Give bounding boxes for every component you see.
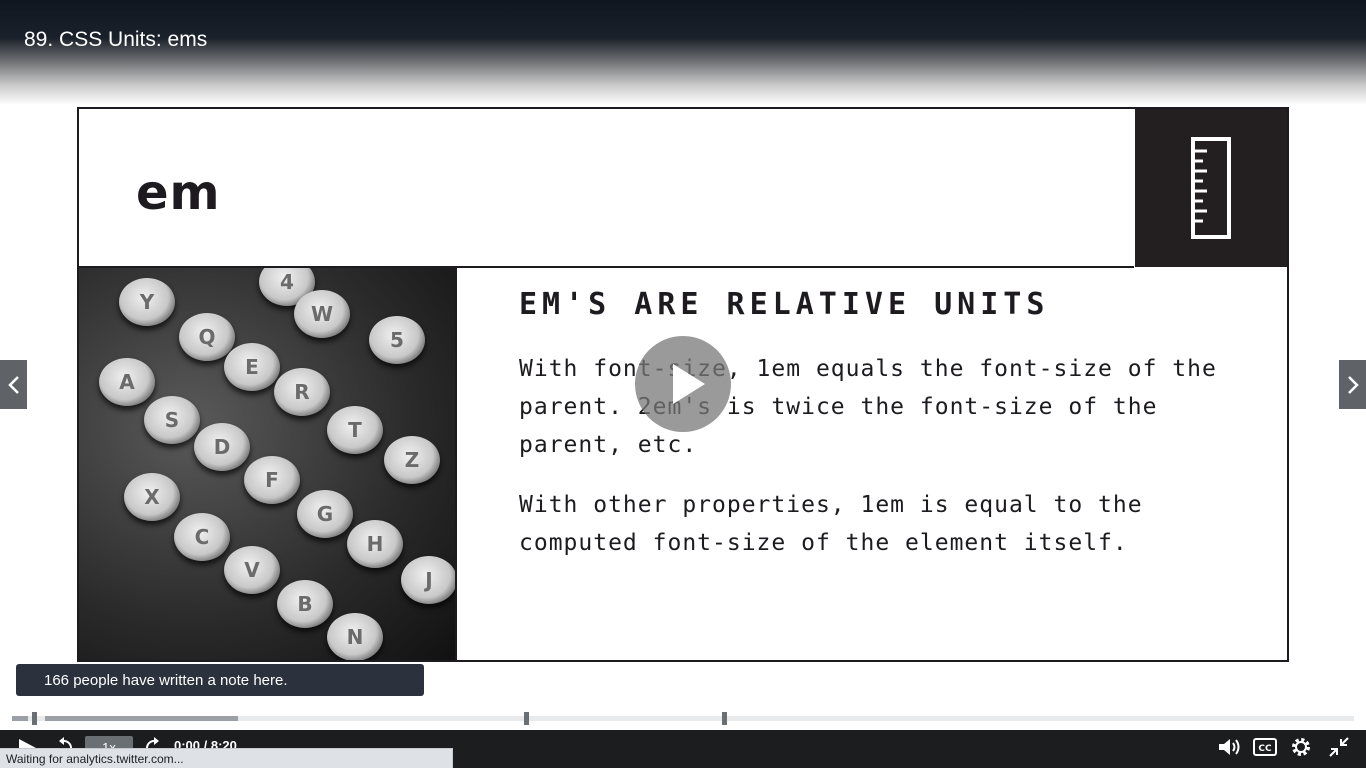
settings-icon[interactable]	[1289, 735, 1313, 759]
video-title-bar: 89. CSS Units: ems	[0, 0, 1366, 105]
slide-content: EM'S ARE RELATIVE UNITS With font-size, …	[519, 287, 1259, 584]
progress-buffered	[45, 716, 238, 721]
typewriter-key: R	[274, 368, 330, 416]
typewriter-key: Q	[179, 313, 235, 361]
typewriter-key: C	[174, 513, 230, 561]
typewriter-key: A	[99, 358, 155, 406]
progress-played	[12, 716, 28, 721]
play-icon	[673, 364, 705, 404]
chevron-left-icon	[7, 375, 19, 394]
typewriter-key: X	[124, 473, 180, 521]
paragraph-other-properties: With other properties, 1em is equal to t…	[519, 492, 1143, 556]
paragraph-font-size: With font-size, 1em equals the font-size…	[519, 356, 1217, 458]
play-button[interactable]	[635, 336, 731, 432]
browser-status-bar: Waiting for analytics.twitter.com...	[0, 748, 453, 768]
typewriter-key: B	[277, 580, 333, 628]
typewriter-key: G	[297, 490, 353, 538]
ruler-panel	[1135, 109, 1287, 267]
slide-heading: em	[136, 165, 221, 221]
typewriter-key: J	[401, 556, 455, 604]
typewriter-key: Z	[384, 436, 440, 484]
next-lecture-button[interactable]	[1339, 360, 1366, 409]
typewriter-key: D	[194, 423, 250, 471]
typewriter-key: S	[144, 396, 200, 444]
video-title: 89. CSS Units: ems	[24, 28, 208, 51]
progress-bar[interactable]	[0, 706, 1366, 730]
section-title: EM'S ARE RELATIVE UNITS	[519, 287, 1050, 322]
captions-icon[interactable]: CC	[1253, 737, 1277, 757]
typewriter-key: V	[224, 546, 280, 594]
notes-banner[interactable]: 166 people have written a note here.	[16, 664, 424, 696]
svg-text:CC: CC	[1258, 744, 1272, 754]
note-marker[interactable]	[32, 712, 37, 725]
volume-icon[interactable]	[1216, 735, 1242, 759]
previous-lecture-button[interactable]	[0, 360, 27, 409]
typewriter-key: F	[244, 456, 300, 504]
typewriter-key: T	[327, 406, 383, 454]
exit-fullscreen-icon[interactable]	[1327, 735, 1351, 759]
note-marker[interactable]	[524, 712, 529, 725]
typewriter-key: Y	[119, 278, 175, 326]
note-marker[interactable]	[722, 712, 727, 725]
typewriter-key: W	[294, 290, 350, 338]
typewriter-keys-photo: Y 4 5 A Q S W E D R F T X C V B G H Z N …	[79, 268, 457, 660]
typewriter-key: H	[347, 520, 403, 568]
typewriter-key: 5	[369, 316, 425, 364]
typewriter-key: N	[327, 613, 383, 660]
typewriter-key: E	[224, 343, 280, 391]
slide-header: em	[79, 109, 1134, 268]
ruler-icon	[1191, 137, 1231, 239]
chevron-right-icon	[1347, 375, 1359, 394]
